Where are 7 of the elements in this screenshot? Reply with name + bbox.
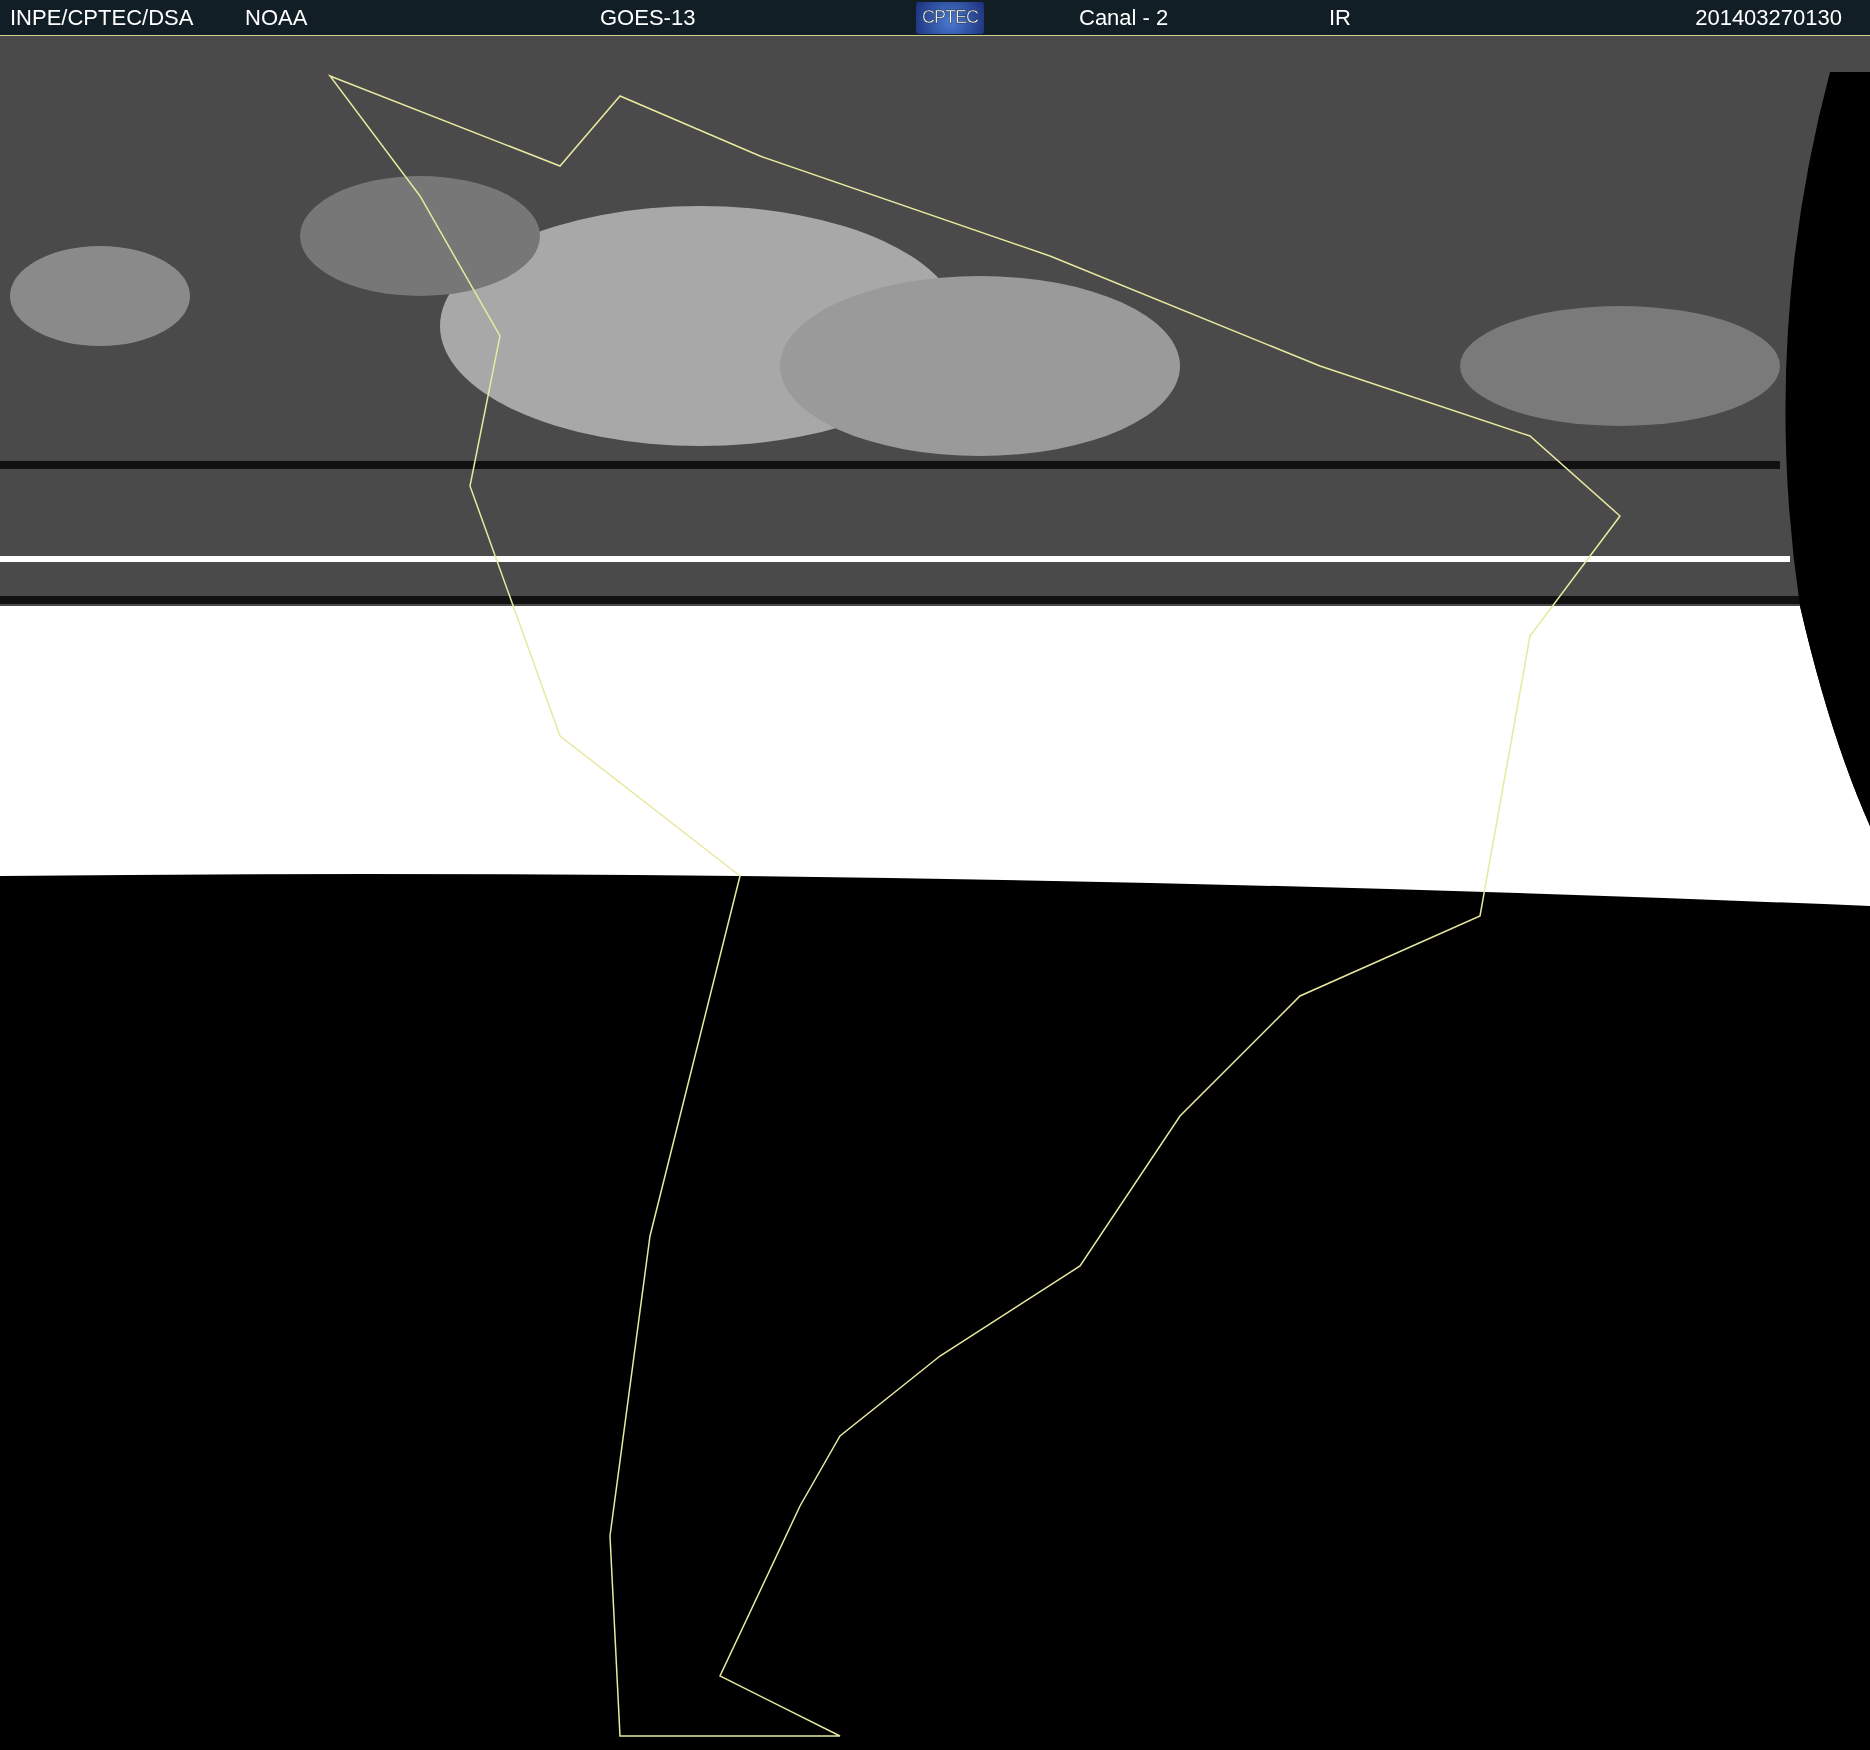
header-label: GOES-13	[600, 4, 697, 31]
header-label: NOAA	[245, 4, 309, 31]
header-label: Canal - 2	[1079, 4, 1170, 31]
logo: CPTEC	[916, 1, 984, 34]
header-label: INPE/CPTEC/DSA	[10, 4, 195, 31]
header-label: 201403270130	[1695, 4, 1842, 31]
header-label: IR	[1329, 4, 1352, 31]
